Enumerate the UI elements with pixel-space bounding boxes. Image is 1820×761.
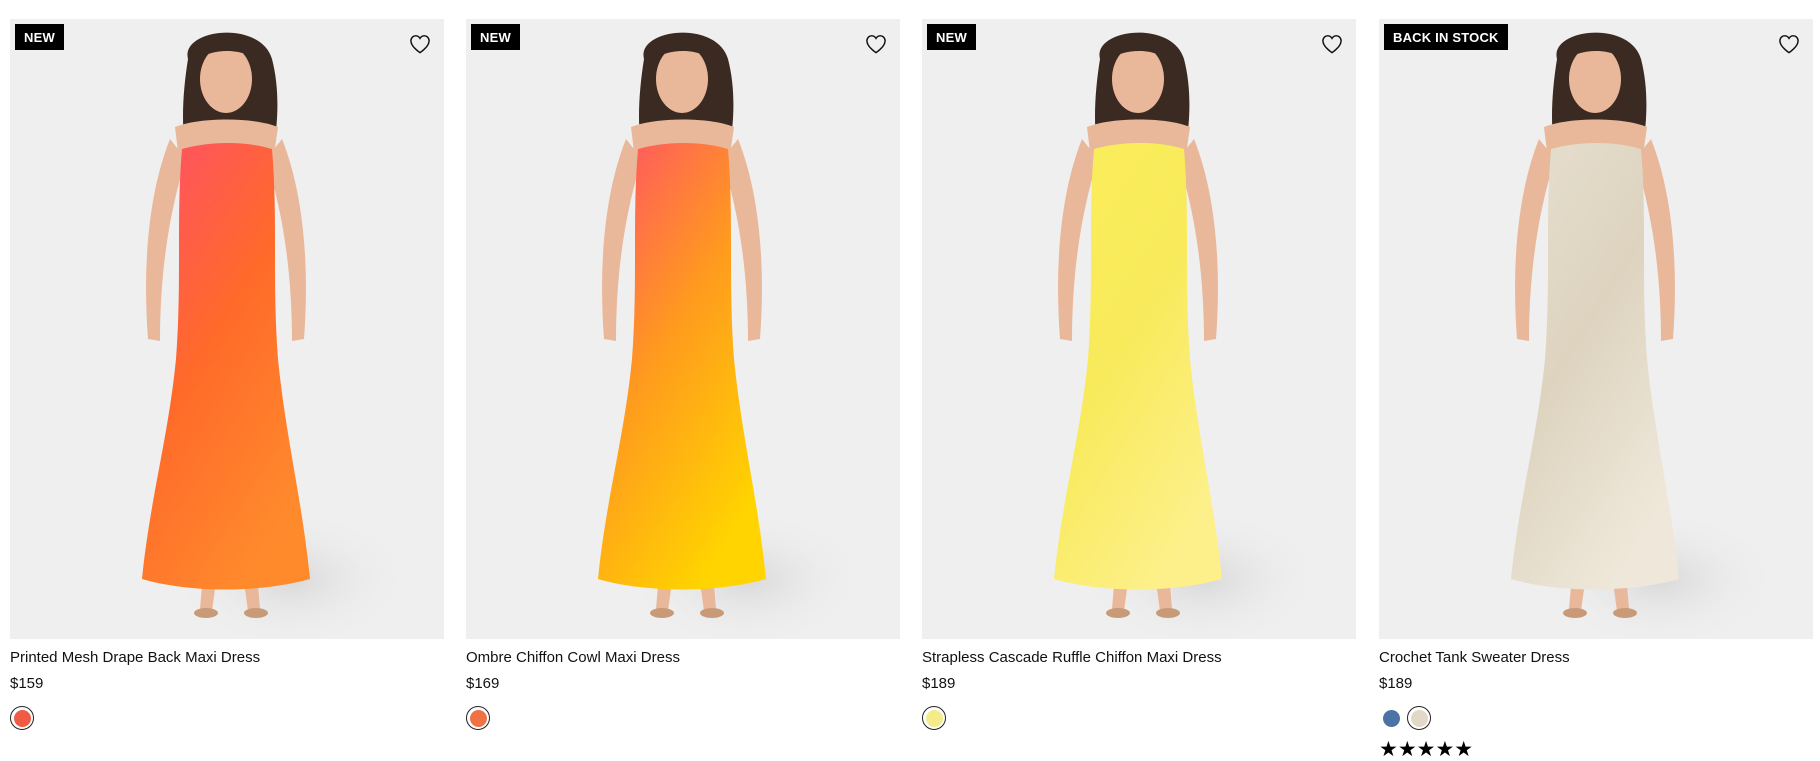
product-photo [1511, 32, 1779, 639]
product-card: NEW Printed Mesh Drape Back Maxi Dress $… [10, 19, 444, 730]
product-name[interactable]: Crochet Tank Sweater Dress [1379, 649, 1813, 667]
product-card: NEW Ombre Chiffon Cowl Maxi Dress $169 [466, 19, 900, 730]
color-swatch-dot [1410, 709, 1428, 727]
product-badge: NEW [471, 24, 520, 50]
color-swatch[interactable] [466, 706, 490, 730]
heart-outline-icon [1779, 35, 1799, 54]
product-badge: NEW [927, 24, 976, 50]
color-swatch-dot [469, 709, 487, 727]
product-name[interactable]: Printed Mesh Drape Back Maxi Dress [10, 649, 444, 667]
right-shoe [1156, 608, 1180, 618]
product-name[interactable]: Ombre Chiffon Cowl Maxi Dress [466, 649, 900, 667]
product-image[interactable]: NEW [10, 19, 444, 639]
product-price: $189 [1379, 675, 1413, 692]
right-shoe [1613, 608, 1637, 618]
product-price: $159 [10, 675, 44, 692]
face [200, 45, 252, 113]
face [656, 45, 708, 113]
color-swatch[interactable] [1407, 706, 1431, 730]
heart-outline-icon [1322, 35, 1342, 54]
heart-outline-icon [866, 35, 886, 54]
product-image[interactable]: NEW [922, 19, 1356, 639]
product-card: NEW Strapless Cascade Ruffle Chiffon Max… [922, 19, 1356, 730]
color-swatch-dot [925, 709, 943, 727]
product-badge: NEW [15, 24, 64, 50]
color-swatches [10, 706, 444, 730]
wishlist-heart-icon[interactable] [862, 30, 890, 58]
color-swatch[interactable] [10, 706, 34, 730]
wishlist-heart-icon[interactable] [1775, 30, 1803, 58]
right-shoe [244, 608, 268, 618]
left-shoe [1106, 608, 1130, 618]
product-photo [598, 32, 866, 639]
product-name[interactable]: Strapless Cascade Ruffle Chiffon Maxi Dr… [922, 649, 1356, 667]
wishlist-heart-icon[interactable] [406, 30, 434, 58]
product-price: $189 [922, 675, 956, 692]
color-swatches [466, 706, 900, 730]
product-price: $169 [466, 675, 500, 692]
color-swatch-dot [1382, 709, 1400, 727]
wishlist-heart-icon[interactable] [1318, 30, 1346, 58]
face [1569, 45, 1621, 113]
star-rating: ★★★★★ [1379, 738, 1474, 761]
product-grid: NEW Printed Mesh Drape Back Maxi Dress $… [0, 0, 1820, 760]
left-shoe [194, 608, 218, 618]
color-swatch[interactable] [1379, 706, 1403, 730]
product-card: BACK IN STOCK Crochet Tank Sweater Dress… [1379, 19, 1813, 760]
color-swatches [1379, 706, 1813, 730]
color-swatch[interactable] [922, 706, 946, 730]
product-photo [1054, 32, 1322, 639]
product-photo [142, 32, 410, 639]
product-image[interactable]: NEW [466, 19, 900, 639]
left-shoe [1563, 608, 1587, 618]
color-swatches [922, 706, 1356, 730]
product-image[interactable]: BACK IN STOCK [1379, 19, 1813, 639]
heart-outline-icon [410, 35, 430, 54]
color-swatch-dot [13, 709, 31, 727]
product-badge: BACK IN STOCK [1384, 24, 1508, 50]
right-shoe [700, 608, 724, 618]
left-shoe [650, 608, 674, 618]
face [1112, 45, 1164, 113]
